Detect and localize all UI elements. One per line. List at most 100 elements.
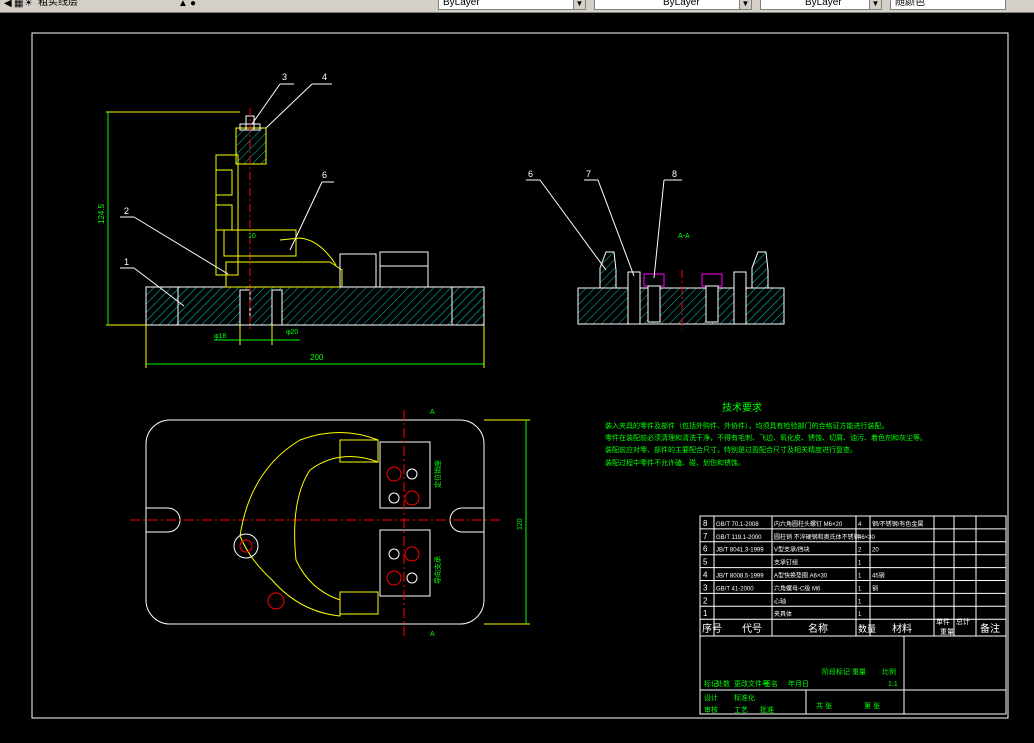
bom-cell-qty: 1 [858, 599, 862, 605]
part-label-3: 3 [282, 72, 287, 82]
tb-date: 年月日 [788, 679, 809, 688]
tech-title: 技术要求 [722, 401, 762, 414]
tech-line-3: 装配前应对零、部件的主要配合尺寸，特别是过盈配合尺寸及相关精度进行复查。 [605, 445, 857, 454]
bom-cell-qty: 4 [858, 522, 862, 528]
tech-notes: 技术要求 装入夹具的零件及部件（包括外购件、外协件），均须具有检验部门的合格证方… [605, 401, 927, 467]
layer-dropdown[interactable]: 粗实线层 [34, 0, 174, 10]
bom-cell-name: A型快换垫圈 A6×30 [774, 572, 828, 580]
bom-cell-name: V型支承/挡块 [774, 546, 810, 554]
bom-cell-name: 夹具体 [774, 610, 792, 618]
part-label-8: 8 [672, 169, 677, 179]
tb-sheet: 第 张 [864, 701, 880, 710]
pin-hole [233, 533, 259, 559]
bom-cell-code: GB/T 119.1-2000 [716, 535, 762, 541]
bom-cell-qty: 1 [858, 574, 862, 580]
tb-weight: 重量 [852, 668, 866, 676]
bom-cell-name: 六角螺母-C级 M6 [774, 584, 821, 592]
cad-drawing: 124.5 200 φ18 φ20 10 3 4 6 2 1 A-A 6 7 8… [31, 32, 1009, 719]
drawing-border [31, 32, 1009, 719]
dim-d2: φ20 [286, 329, 298, 336]
tb-process: 工艺 [734, 706, 748, 714]
bom-cell-name: 内六角圆柱头螺钉 M6×20 [774, 520, 843, 528]
chevron-down-icon[interactable]: ▼ [573, 0, 585, 9]
tb-scale-value: 1:1 [888, 681, 898, 688]
section-mark-top: A [430, 409, 435, 416]
section-base [577, 287, 785, 325]
color-value: ByLayer [443, 0, 480, 8]
layer-match-icon[interactable]: ● [190, 0, 196, 11]
lineweight-dropdown[interactable]: ByLayer ▼ [760, 0, 882, 10]
lineweight-value: ByLayer [805, 0, 842, 8]
bom-cell-name: 心轴 [774, 597, 786, 605]
bom-cell-name: 支承钉组 [774, 559, 798, 567]
side-label-b: 导向支承 [433, 556, 442, 584]
bom-cell-material: 45钢 [872, 572, 885, 580]
layer-props-icon[interactable]: ▦ [14, 0, 23, 11]
bom-cell-qty: 2 [858, 548, 862, 554]
layer-previous-icon[interactable]: ▲ [178, 0, 188, 11]
bom-header-total: 总计 [956, 617, 970, 626]
part-label-6: 6 [528, 169, 533, 179]
bom-header-remark: 备注 [980, 622, 1000, 635]
dim-d1: φ18 [214, 333, 226, 340]
chevron-down-icon[interactable]: ▼ [739, 0, 751, 9]
bom-cell-no: 2 [703, 596, 708, 605]
side-label-a: 定位销座 [433, 460, 442, 488]
layer-name: 粗实线层 [38, 0, 78, 8]
tech-line-1: 装入夹具的零件及部件（包括外购件、外协件），均须具有检验部门的合格证方能进行装配… [605, 421, 889, 430]
title-block-text: 序号 代号 名称 数量 材料 单件 总计 重量 备注 阶段标记 重量 比例 1:… [702, 617, 1000, 714]
part-label-5: 6 [322, 170, 327, 180]
chevron-down-icon[interactable]: ▼ [869, 0, 881, 9]
screw-head-right [701, 273, 723, 287]
bom-header-material: 材料 [892, 622, 912, 635]
top-view: A A 120 定位销座 导向支承 [130, 409, 530, 638]
tb-std: 标准化 [734, 693, 755, 702]
dim-d3: 10 [248, 233, 256, 240]
crescent-plate [239, 432, 379, 617]
clamp-washer [235, 127, 267, 165]
tech-line-2: 零件在装配前必须清理和清洗干净，不得有毛刺、飞边、氧化皮、锈蚀、切屑、油污、着色… [605, 433, 927, 442]
dim-width: 200 [310, 353, 324, 362]
dim-depth: 120 [517, 518, 524, 530]
plotstyle-dropdown[interactable]: 随颜色 [890, 0, 1006, 10]
tb-sheets: 共 张 [816, 701, 832, 710]
v-block-bottom [379, 529, 431, 597]
linetype-value: ByLayer [663, 0, 700, 8]
tb-sign: 签名 [764, 679, 778, 688]
bom-header-unit: 单件 [936, 617, 950, 626]
section-view: A-A 6 7 8 [526, 169, 785, 330]
tb-approve: 批准 [760, 705, 774, 714]
bom-cell-qty: 1 [858, 561, 862, 567]
linetype-dropdown[interactable]: ByLayer ▼ [594, 0, 752, 10]
drawing-canvas[interactable]: 124.5 200 φ18 φ20 10 3 4 6 2 1 A-A 6 7 8… [0, 12, 1034, 738]
bom-cell-material: 20 [872, 548, 879, 554]
bom-cell-code: JB/T 8041.3-1999 [716, 548, 764, 554]
tb-stage: 阶段标记 [822, 667, 850, 676]
bom-header-weight: 重量 [940, 628, 954, 636]
front-view: 124.5 200 φ18 φ20 10 3 4 6 2 1 [97, 72, 485, 368]
bom-cell-code: JB/T 8008.5-1999 [716, 574, 764, 580]
bom-cell-no: 1 [703, 609, 708, 618]
layer-freeze-icon[interactable]: ☀ [24, 0, 33, 11]
bom-cell-code: GB/T 70.1-2008 [716, 522, 759, 528]
bom-cell-no: 5 [703, 558, 708, 567]
section-mark-bottom: A [430, 631, 435, 638]
part-label-7: 7 [586, 169, 591, 179]
bom-cell-no: 4 [703, 571, 708, 580]
bom-cell-no: 7 [703, 532, 708, 541]
plate-outline [145, 419, 485, 625]
tb-scale: 比例 [882, 667, 896, 676]
layer-state-icon[interactable]: ◀ [4, 0, 12, 11]
bom-header-name: 名称 [808, 622, 828, 635]
color-dropdown[interactable]: ByLayer ▼ [438, 0, 586, 10]
part-label-1: 1 [124, 257, 129, 267]
tech-line-4: 装配过程中零件不允许磕、碰、划伤和锈蚀。 [605, 458, 745, 467]
bom-cell-no: 3 [703, 583, 708, 592]
bom-cell-material: 钢/不锈钢/有色金属 [872, 520, 923, 528]
plotstyle-value: 随颜色 [895, 0, 925, 8]
bom-cell-qty: 1 [858, 612, 862, 618]
v-block [225, 261, 343, 288]
support-bracket [215, 154, 239, 276]
base-plate [145, 286, 485, 326]
bom-cell-no: 8 [703, 519, 708, 528]
